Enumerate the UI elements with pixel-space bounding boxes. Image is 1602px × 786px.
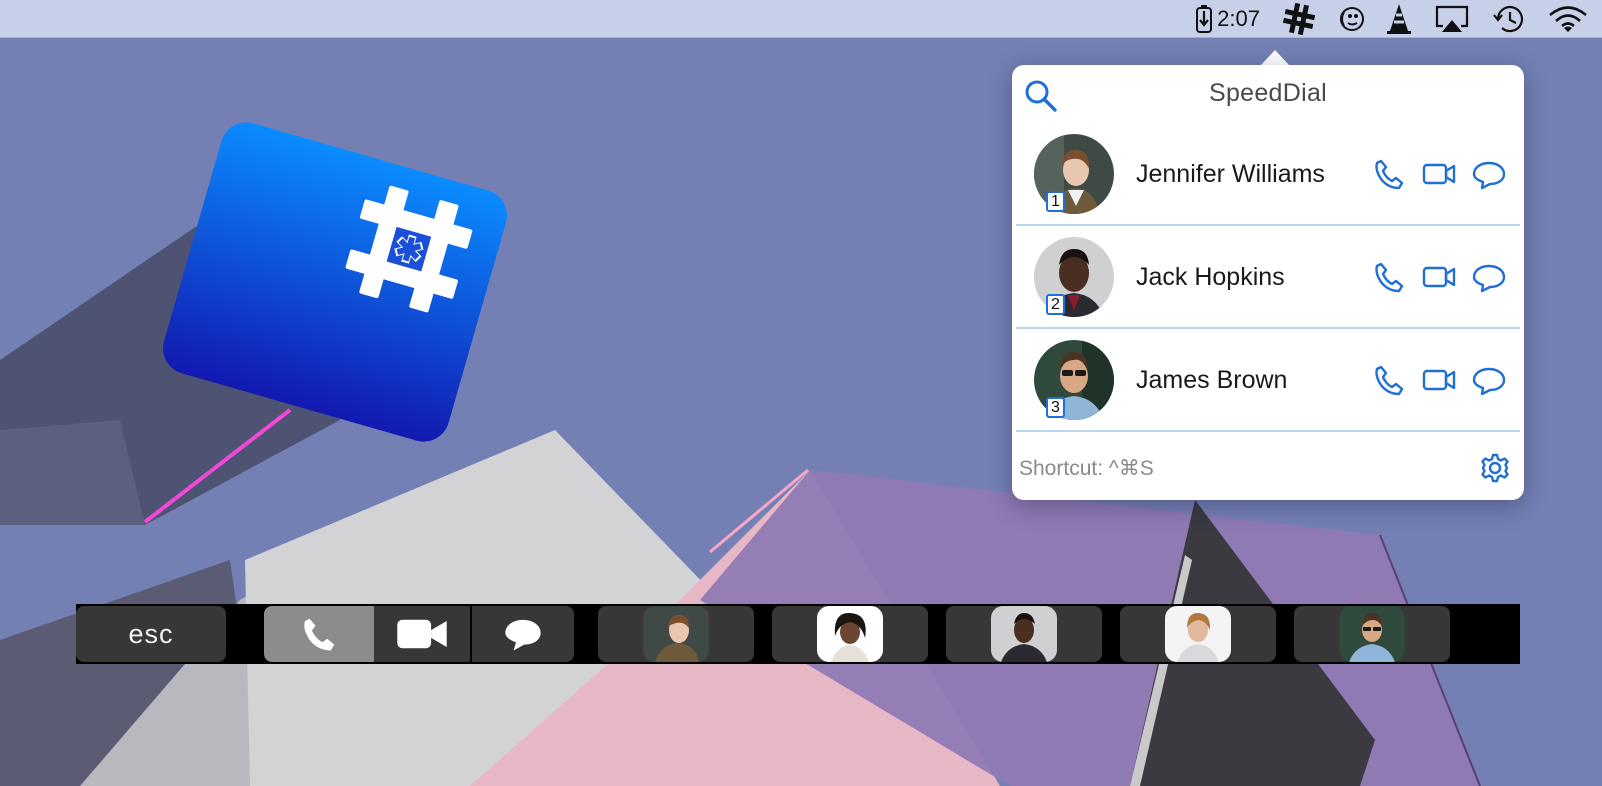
contact-name: James Brown xyxy=(1136,366,1288,394)
message-button[interactable] xyxy=(1472,157,1506,191)
popover-title: SpeedDial xyxy=(1208,79,1328,107)
speeddial-menu-extra[interactable] xyxy=(1282,0,1316,38)
contact-avatar xyxy=(1339,606,1405,662)
phone-icon xyxy=(1375,159,1404,190)
time-machine-menu-extra[interactable] xyxy=(1492,0,1526,38)
time-machine-icon xyxy=(1493,5,1524,32)
battery-status[interactable]: 2:07 xyxy=(1195,0,1260,38)
gear-icon xyxy=(1481,453,1509,483)
esc-key[interactable]: esc xyxy=(76,606,226,662)
speech-bubble-icon xyxy=(1472,367,1506,396)
video-camera-icon xyxy=(1422,266,1456,288)
contact-row[interactable]: 3 James Brown xyxy=(1016,329,1520,432)
touchbar-favorite-contact[interactable] xyxy=(1294,606,1450,662)
message-button[interactable] xyxy=(1472,260,1506,294)
airplay-icon xyxy=(1435,5,1469,32)
touchbar-video-mode-button[interactable] xyxy=(374,606,470,662)
touchbar-favorite-contact[interactable] xyxy=(946,606,1102,662)
video-camera-icon xyxy=(397,619,447,649)
call-button[interactable] xyxy=(1372,260,1406,294)
message-button[interactable] xyxy=(1472,363,1506,397)
cone-menu-extra[interactable] xyxy=(1386,0,1412,38)
airplay-menu-extra[interactable] xyxy=(1434,0,1470,38)
video-call-button[interactable] xyxy=(1422,157,1456,191)
contact-row[interactable]: 1 Jennifer Williams xyxy=(1016,123,1520,226)
cone-icon xyxy=(1387,3,1411,34)
popover-arrow xyxy=(1261,50,1289,65)
clock-time: 2:07 xyxy=(1217,5,1260,31)
speed-dial-number-badge: 3 xyxy=(1046,397,1065,418)
popover-footer: Shortcut: ^⌘S xyxy=(1012,432,1524,498)
wifi-menu-extra[interactable] xyxy=(1548,0,1588,38)
touchbar-favorite-contact[interactable] xyxy=(1120,606,1276,662)
faces-menu-extra[interactable] xyxy=(1338,0,1364,38)
contact-avatar xyxy=(643,606,709,662)
phone-icon xyxy=(304,618,335,651)
phone-icon xyxy=(1375,262,1404,293)
battery-charging-icon xyxy=(1196,4,1213,33)
speeddial-popover: SpeedDial 1 Jennifer Williams 2 Jack Hop… xyxy=(1012,65,1524,500)
contact-avatar xyxy=(1165,606,1231,662)
menu-bar: 2:07 xyxy=(0,0,1602,38)
speech-bubble-icon xyxy=(1472,161,1506,190)
touchbar-favorite-contact[interactable] xyxy=(772,606,928,662)
settings-button[interactable] xyxy=(1479,452,1511,484)
video-call-button[interactable] xyxy=(1422,260,1456,294)
contact-actions xyxy=(1372,363,1506,397)
touchbar-message-mode-button[interactable] xyxy=(472,606,574,662)
faces-icon xyxy=(1340,6,1364,31)
touch-bar: esc xyxy=(76,604,1520,664)
video-camera-icon xyxy=(1422,163,1456,185)
phone-icon xyxy=(1375,365,1404,396)
speech-bubble-icon xyxy=(505,619,541,651)
speech-bubble-icon xyxy=(1472,264,1506,293)
speeddial-hash-icon xyxy=(1282,2,1316,35)
call-button[interactable] xyxy=(1372,157,1406,191)
contact-name: Jennifer Williams xyxy=(1136,160,1325,188)
speed-dial-number-badge: 1 xyxy=(1046,191,1065,212)
video-camera-icon xyxy=(1422,369,1456,391)
contact-actions xyxy=(1372,157,1506,191)
call-button[interactable] xyxy=(1372,363,1406,397)
shortcut-label: Shortcut: ^⌘S xyxy=(1019,457,1154,480)
wifi-icon xyxy=(1549,5,1587,32)
video-call-button[interactable] xyxy=(1422,363,1456,397)
contact-name: Jack Hopkins xyxy=(1136,263,1285,291)
contact-actions xyxy=(1372,260,1506,294)
contact-row[interactable]: 2 Jack Hopkins xyxy=(1016,226,1520,329)
popover-header: SpeedDial xyxy=(1012,65,1524,123)
touchbar-call-mode-button[interactable] xyxy=(264,606,374,662)
speed-dial-number-badge: 2 xyxy=(1046,294,1065,315)
contact-avatar xyxy=(991,606,1057,662)
touchbar-favorite-contact[interactable] xyxy=(598,606,754,662)
contact-avatar xyxy=(817,606,883,662)
